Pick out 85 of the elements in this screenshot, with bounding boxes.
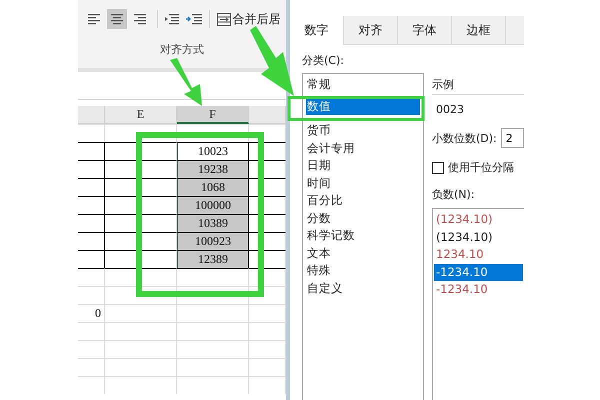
- category-item[interactable]: 常规: [306, 76, 420, 94]
- table-cell: 19238: [177, 160, 249, 178]
- category-item[interactable]: 自定义: [306, 280, 420, 297]
- column-header[interactable]: F: [177, 106, 249, 124]
- pointer-arrow: [250, 26, 294, 96]
- negative-format-item[interactable]: (1234.10): [434, 228, 523, 246]
- category-item[interactable]: 科学记数: [306, 227, 420, 244]
- table-cell: [105, 160, 177, 178]
- align-icon: [88, 14, 100, 24]
- table-cell: 12389: [177, 250, 249, 268]
- negative-format-item[interactable]: -1234.10: [434, 281, 523, 298]
- column-header[interactable]: E: [105, 106, 177, 124]
- decimals-label: 小数位数(D):: [432, 130, 497, 146]
- negative-label: 负数(N):: [432, 187, 476, 202]
- table-cell: [177, 376, 249, 394]
- align-icon: [110, 14, 122, 24]
- table-cell: [78, 124, 105, 142]
- indent-icon[interactable]: [164, 14, 178, 24]
- category-list[interactable]: 常规 数值 货币 会计专用 日期 时间 百分比 分数 科学记数 文本 特殊 自定义: [302, 73, 424, 400]
- table-cell: [249, 376, 286, 394]
- align-icon: [134, 14, 146, 24]
- table-cell: [177, 322, 249, 340]
- table-cell: 10023: [177, 142, 249, 160]
- table-cell: [78, 232, 105, 250]
- table-cell: [78, 214, 105, 232]
- category-item[interactable]: 会计专用: [306, 140, 420, 157]
- table-cell: [249, 322, 286, 340]
- category-label: 分类(C):: [302, 53, 345, 68]
- table-cell: [105, 376, 177, 394]
- table-cell: [177, 340, 249, 358]
- category-item[interactable]: 日期: [306, 157, 420, 174]
- table-cell: 100923: [177, 232, 249, 250]
- table-cell: [78, 268, 105, 286]
- table-cell: [78, 250, 105, 268]
- checkbox-label: 使用千位分隔: [448, 160, 514, 175]
- table-cell: [249, 358, 286, 376]
- table-cell: [249, 340, 286, 358]
- category-item[interactable]: 货币: [306, 122, 420, 140]
- category-item[interactable]: 时间: [306, 174, 420, 192]
- category-item[interactable]: 特殊: [306, 262, 420, 280]
- table-cell: [78, 322, 105, 340]
- table-cell: [105, 268, 177, 286]
- table-cell: [105, 178, 177, 196]
- table-cell: 100000: [177, 196, 249, 214]
- table-cell: [105, 232, 177, 250]
- table-cell: 10389: [177, 214, 249, 232]
- table-cell: [105, 322, 177, 340]
- pointer-arrow: [170, 58, 202, 106]
- negative-format-item[interactable]: 1234.10: [434, 246, 523, 264]
- table-cell: [105, 214, 177, 232]
- table-cell: [78, 178, 105, 196]
- table-cell: [78, 286, 105, 304]
- group-label: 对齐方式: [160, 42, 204, 57]
- category-item[interactable]: 百分比: [306, 192, 420, 210]
- table-cell: [177, 304, 249, 322]
- negative-list[interactable]: (1234.10) (1234.10) 1234.10 -1234.10 -1234.10: [432, 208, 524, 400]
- table-cell: [249, 304, 286, 322]
- decimals-field[interactable]: 2: [500, 128, 524, 148]
- table-cell: [177, 268, 249, 286]
- table-cell: 0: [78, 304, 105, 322]
- table-cell: [105, 340, 177, 358]
- indent-icon[interactable]: [186, 14, 202, 24]
- table-cell: [78, 196, 105, 214]
- dialog-tab[interactable]: 数字: [290, 16, 344, 45]
- negative-format-item[interactable]: -1234.10: [434, 264, 523, 281]
- table-cell: [78, 142, 105, 160]
- table-cell: [177, 358, 249, 376]
- negative-format-item[interactable]: (1234.10): [434, 211, 523, 228]
- merge-cells-icon: [216, 12, 230, 26]
- sample-label: 示例: [432, 77, 524, 95]
- table-cell: [105, 142, 177, 160]
- table-cell: [78, 160, 105, 178]
- table-cell: [78, 340, 105, 358]
- checkbox[interactable]: [432, 162, 444, 174]
- category-item[interactable]: 分数: [306, 210, 420, 227]
- table-cell: [105, 358, 177, 376]
- sample-value: 0023: [436, 103, 465, 116]
- category-item[interactable]: 文本: [306, 244, 420, 262]
- table-cell: [105, 196, 177, 214]
- align-button[interactable]: [106, 9, 126, 29]
- merge-button[interactable]: 合并后居: [216, 10, 280, 28]
- table-cell: [78, 358, 105, 376]
- table-cell: 1068: [177, 178, 249, 196]
- table-cell: [105, 250, 177, 268]
- table-cell: [105, 304, 177, 322]
